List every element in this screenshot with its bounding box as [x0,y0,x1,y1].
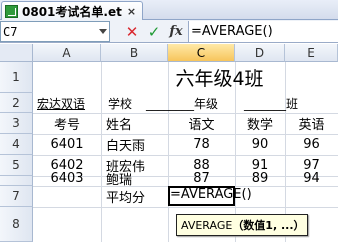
table-cell[interactable]: 89 [235,168,285,188]
row-header-7[interactable]: 7 [0,186,33,207]
header-cell-english[interactable]: 英语 [285,113,338,134]
document-tab-bar: 0801考试名单.et × [0,0,338,20]
function-tooltip: AVERAGE （数值1, ...） [176,214,308,236]
row-header-5[interactable]: 5 [0,155,33,176]
select-all-corner[interactable] [0,44,33,62]
column-header-b[interactable]: B [101,44,168,62]
column-header-c[interactable]: C [168,44,235,62]
close-tab-icon[interactable]: × [127,5,136,18]
table-cell[interactable]: 鲍瑞 [106,168,132,188]
table-cell[interactable]: 78 [168,134,235,155]
table-cell[interactable]: 90 [235,134,285,155]
formula-bar: C7 ✕ ✓ fx =AVERAGE() [0,20,338,43]
class-blank-cell[interactable]: _______班 [244,93,298,113]
table-cell[interactable]: 6403 [33,168,101,188]
insert-function-icon[interactable]: fx [167,22,185,41]
sheet-title-cell[interactable]: 六年级4班 [101,62,338,93]
table-cell[interactable]: 94 [285,168,338,188]
row-header-2[interactable]: 2 [0,93,33,113]
tooltip-function-name: AVERAGE [181,218,233,232]
grade-blank-cell[interactable]: ________年级 [146,93,218,113]
name-box-value: C7 [3,24,18,39]
formula-input[interactable]: =AVERAGE() [188,21,338,42]
header-cell-exam-id[interactable]: 考号 [33,113,101,134]
document-tab-title: 0801考试名单.et [22,4,122,19]
cell-edit-value: =AVERAGE() [170,187,252,202]
header-cell-chinese[interactable]: 语文 [168,113,235,134]
school-name-cell[interactable]: 宏达双语 [37,93,85,113]
row-header-4[interactable]: 4 [0,134,33,155]
chevron-down-icon[interactable] [99,29,107,34]
confirm-icon[interactable]: ✓ [145,22,163,41]
average-label-cell[interactable]: 平均分 [106,186,145,207]
column-header-d[interactable]: D [235,44,285,62]
cell-edit-text[interactable]: =AVERAGE() [170,187,252,202]
school-label-cell[interactable]: 学校 [108,93,132,113]
header-cell-math[interactable]: 数学 [235,113,285,134]
table-cell[interactable]: 白天雨 [106,134,145,155]
column-header-e[interactable]: E [285,44,338,62]
cancel-icon[interactable]: ✕ [123,22,141,41]
gridline [33,207,338,208]
row-header-3[interactable]: 3 [0,113,33,134]
row-header-6[interactable] [0,176,33,186]
table-cell[interactable]: 96 [285,134,338,155]
row-header-1[interactable]: 1 [0,62,33,93]
table-cell[interactable]: 87 [168,168,235,188]
document-tab[interactable]: 0801考试名单.et × [1,1,143,20]
name-box[interactable]: C7 [0,21,110,42]
header-cell-name[interactable]: 姓名 [106,113,132,134]
tooltip-function-args: （数值1, ...） [232,219,305,232]
spreadsheet-file-icon [5,4,18,18]
row-header-8[interactable]: 8 [0,207,33,242]
column-header-a[interactable]: A [33,44,101,62]
table-cell[interactable]: 6401 [33,134,101,155]
